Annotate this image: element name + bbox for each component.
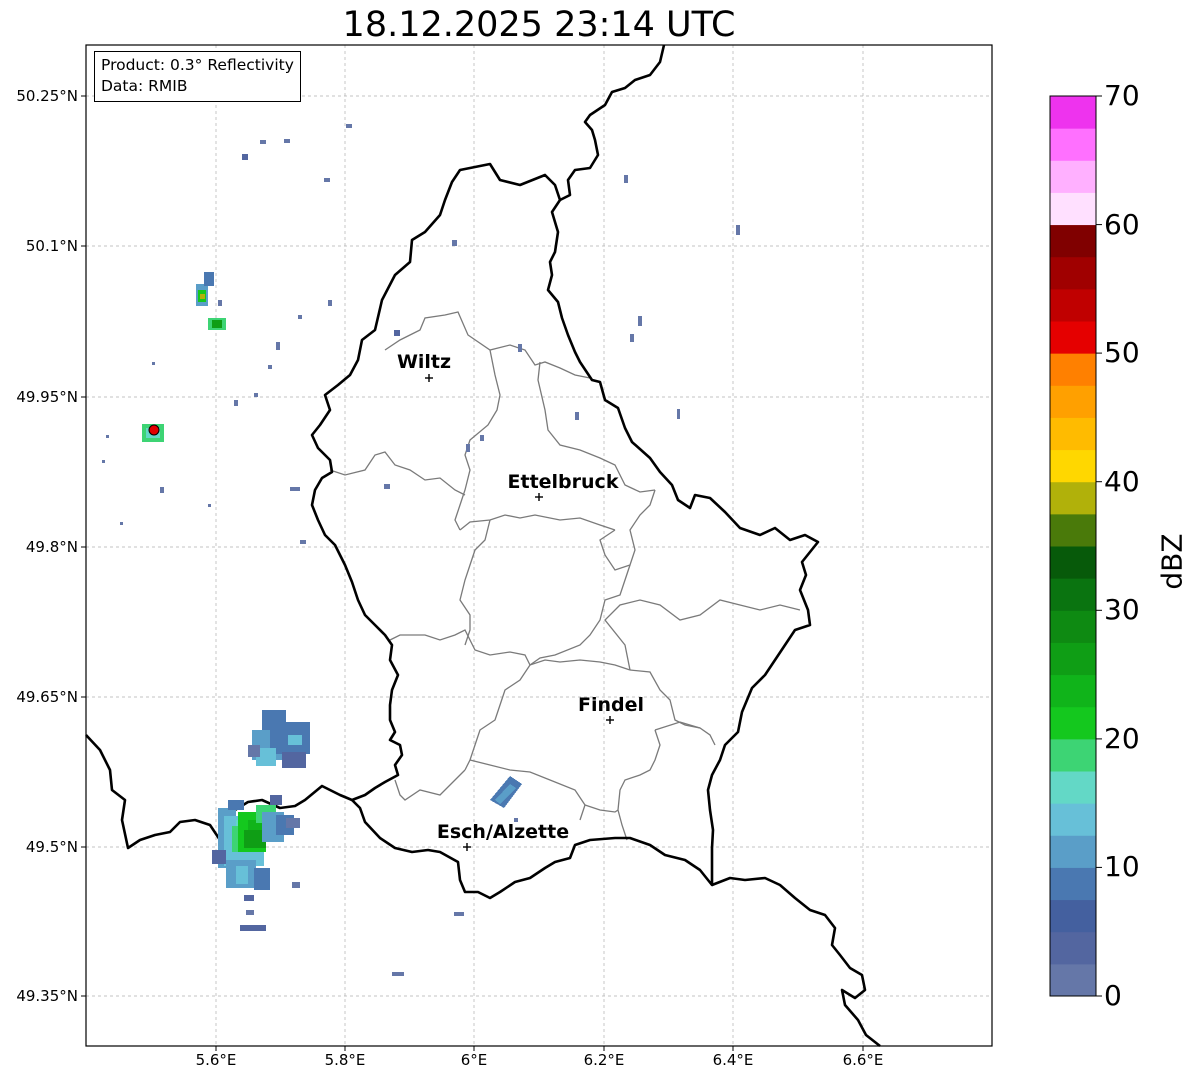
colorbar-segment — [1050, 899, 1096, 933]
colorbar-segment — [1050, 610, 1096, 643]
lat-tick-label: 49.8°N — [25, 538, 78, 556]
colorbar-segment — [1050, 256, 1096, 290]
city-label-findel: Findel — [578, 694, 644, 716]
lon-tick-label: 6.4°E — [712, 1051, 754, 1069]
colorbar-tick-label: 10 — [1104, 850, 1140, 883]
radar-map: Wiltz Ettelbruck Findel Esch/Alzette — [81, 44, 1102, 1051]
lon-tick-label: 6°E — [460, 1051, 488, 1069]
colorbar-segment — [1050, 481, 1096, 515]
colorbar-tick-label: 30 — [1104, 593, 1140, 626]
lat-tick-label: 50.25°N — [16, 87, 78, 105]
colorbar-segment — [1050, 385, 1096, 418]
colorbar — [1050, 96, 1096, 997]
colorbar-tick-label: 70 — [1104, 79, 1140, 112]
colorbar-tick-label: 20 — [1104, 722, 1140, 755]
colorbar-segment — [1050, 642, 1096, 676]
lon-tick-label: 5.6°E — [195, 1051, 237, 1069]
lat-tick-label: 49.95°N — [16, 388, 78, 406]
colorbar-segment — [1050, 771, 1096, 804]
colorbar-segment — [1050, 674, 1096, 708]
colorbar-segment — [1050, 546, 1096, 579]
colorbar-segment — [1050, 288, 1096, 322]
product-info-box: Product: 0.3° Reflectivity Data: RMIB — [94, 51, 301, 102]
city-label-ettelbruck: Ettelbruck — [508, 471, 619, 493]
data-source-label: Data: RMIB — [101, 77, 188, 95]
city-label-wiltz: Wiltz — [397, 351, 451, 373]
colorbar-segment — [1050, 867, 1096, 901]
colorbar-segment — [1050, 706, 1096, 740]
colorbar-segment — [1050, 96, 1096, 129]
colorbar-segment — [1050, 449, 1096, 483]
colorbar-segment — [1050, 321, 1096, 354]
radar-site-marker — [148, 424, 160, 436]
lat-tick-label: 49.65°N — [16, 688, 78, 706]
colorbar-segment — [1050, 417, 1096, 451]
colorbar-segment — [1050, 803, 1096, 836]
colorbar-label: dBZ — [1155, 533, 1184, 590]
lon-tick-label: 6.2°E — [583, 1051, 625, 1069]
product-label: Product: 0.3° Reflectivity — [101, 56, 294, 74]
lat-tick-label: 50.1°N — [25, 237, 78, 255]
colorbar-segment — [1050, 835, 1096, 868]
colorbar-segment — [1050, 353, 1096, 386]
colorbar-segment — [1050, 513, 1096, 547]
lat-tick-label: 49.35°N — [16, 987, 78, 1005]
colorbar-tick-label: 50 — [1104, 336, 1140, 369]
colorbar-segment — [1050, 738, 1096, 772]
colorbar-tick-label: 60 — [1104, 208, 1140, 241]
colorbar-segment — [1050, 224, 1096, 258]
city-label-esch-alzette: Esch/Alzette — [437, 821, 569, 843]
colorbar-segment — [1050, 931, 1096, 965]
colorbar-segment — [1050, 192, 1096, 226]
colorbar-segment — [1050, 160, 1096, 193]
colorbar-segment — [1050, 963, 1096, 997]
lat-tick-label: 49.5°N — [25, 838, 78, 856]
colorbar-tick-label: 40 — [1104, 465, 1140, 498]
colorbar-segment — [1050, 578, 1096, 611]
colorbar-tick-label: 0 — [1104, 979, 1122, 1012]
lon-tick-label: 6.6°E — [842, 1051, 884, 1069]
colorbar-segment — [1050, 128, 1096, 161]
lon-tick-label: 5.8°E — [324, 1051, 366, 1069]
